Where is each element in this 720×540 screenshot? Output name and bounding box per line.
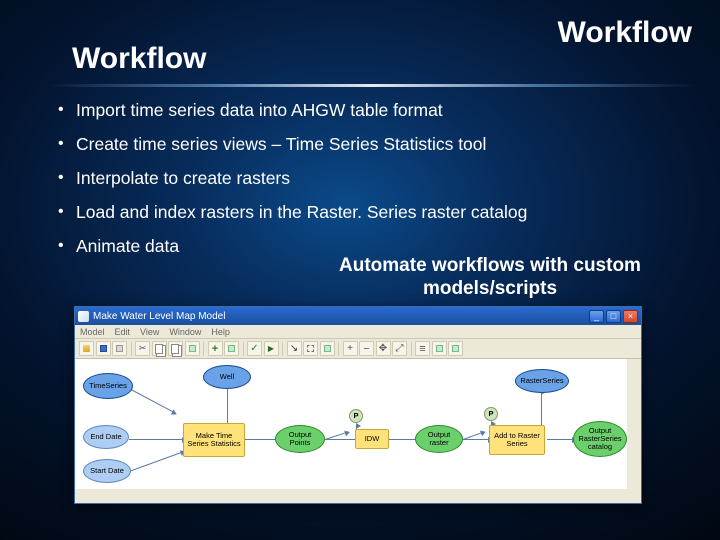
connector [547, 439, 573, 440]
print-icon[interactable] [112, 341, 127, 356]
menu-item[interactable]: Window [169, 327, 201, 337]
bullet-item: Import time series data into AHGW table … [58, 100, 680, 122]
modelbuilder-window: Make Water Level Map Model _ □ × Model E… [74, 306, 642, 504]
minimize-button[interactable]: _ [589, 310, 604, 323]
window-controls: _ □ × [589, 310, 638, 323]
connector [541, 391, 542, 429]
canvas-content: TimeSeries Well End Date Start Date Make… [75, 359, 627, 489]
toolbar-separator [282, 342, 283, 356]
label-icon[interactable] [320, 341, 335, 356]
node-add-to-raster-series[interactable]: Add to Raster Series [489, 425, 545, 455]
pan-icon[interactable] [376, 341, 391, 356]
node-precondition[interactable]: P [484, 407, 498, 421]
tool-icon[interactable] [432, 341, 447, 356]
close-button[interactable]: × [623, 310, 638, 323]
model-canvas[interactable]: TimeSeries Well End Date Start Date Make… [75, 359, 641, 503]
paste-icon[interactable] [168, 341, 183, 356]
horizontal-scrollbar[interactable] [75, 489, 641, 503]
node-precondition[interactable]: P [349, 409, 363, 423]
node-make-ts-stats[interactable]: Make Time Series Statistics [183, 423, 245, 457]
toolbar-separator [131, 342, 132, 356]
automate-caption: Automate workflows with custom models/sc… [300, 255, 680, 301]
open-icon[interactable] [79, 341, 94, 356]
select-icon[interactable] [303, 341, 318, 356]
connector [387, 439, 417, 440]
bullet-item: Create time series views – Time Series S… [58, 134, 680, 156]
delete-icon[interactable] [185, 341, 200, 356]
menu-item[interactable]: Edit [115, 327, 131, 337]
node-start-date[interactable]: Start Date [83, 459, 131, 483]
window-title: Make Water Level Map Model [93, 311, 225, 322]
slide-title-right: Workflow [558, 16, 692, 50]
node-output-raster[interactable]: Output raster [415, 425, 463, 453]
menu-item[interactable]: View [140, 327, 159, 337]
zoom-in-icon[interactable] [343, 341, 358, 356]
menu-item[interactable]: Help [211, 327, 230, 337]
connect-icon[interactable] [287, 341, 302, 356]
connector [245, 439, 277, 440]
menu-item[interactable]: Model [80, 327, 105, 337]
bullet-item: Interpolate to create rasters [58, 168, 680, 190]
connector [129, 439, 183, 440]
title-underline [48, 84, 696, 87]
auto-layout-icon[interactable] [415, 341, 430, 356]
add-tool-icon[interactable] [224, 341, 239, 356]
node-output-points[interactable]: Output Points [275, 425, 325, 453]
run-icon[interactable] [264, 341, 279, 356]
automate-line1: Automate workflows with custom [339, 255, 641, 276]
full-extent-icon[interactable] [392, 341, 407, 356]
automate-line2: models/scripts [423, 278, 557, 299]
node-time-series[interactable]: TimeSeries [83, 373, 133, 399]
connector [463, 439, 489, 440]
connector [129, 452, 182, 472]
window-titlebar[interactable]: Make Water Level Map Model _ □ × [75, 307, 641, 325]
slide-title-left: Workflow [72, 42, 206, 76]
toolbar-separator [203, 342, 204, 356]
node-end-date[interactable]: End Date [83, 425, 129, 449]
toolbar-separator [338, 342, 339, 356]
node-raster-series[interactable]: RasterSeries [515, 369, 569, 393]
cut-icon[interactable] [135, 341, 150, 356]
add-data-icon[interactable] [208, 341, 223, 356]
app-icon [78, 311, 89, 322]
connector [325, 439, 357, 440]
tool-icon[interactable] [448, 341, 463, 356]
bullet-list: Import time series data into AHGW table … [58, 100, 680, 269]
node-idw[interactable]: IDW [355, 429, 389, 449]
bullet-item: Load and index rasters in the Raster. Se… [58, 202, 680, 224]
connector [131, 389, 174, 412]
vertical-scrollbar[interactable] [627, 359, 641, 503]
maximize-button[interactable]: □ [606, 310, 621, 323]
node-well[interactable]: Well [203, 365, 251, 389]
copy-icon[interactable] [152, 341, 167, 356]
menubar: Model Edit View Window Help [75, 325, 641, 339]
node-output-rs-catalog[interactable]: Output RasterSeries catalog [573, 421, 627, 457]
validate-icon[interactable] [247, 341, 262, 356]
toolbar [75, 339, 641, 359]
toolbar-separator [411, 342, 412, 356]
toolbar-separator [243, 342, 244, 356]
save-icon[interactable] [96, 341, 111, 356]
zoom-out-icon[interactable] [359, 341, 374, 356]
